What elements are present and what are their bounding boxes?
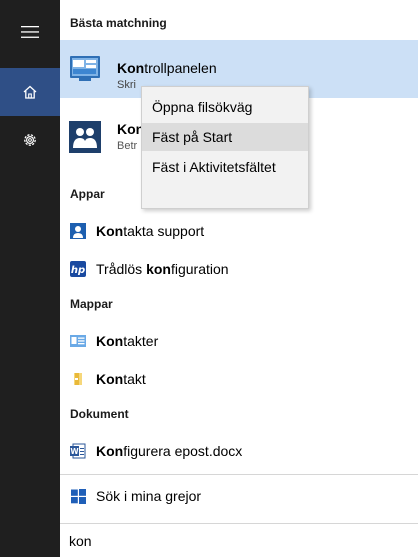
context-menu-item-pin-to-taskbar[interactable]: Fäst i Aktivitetsfältet bbox=[142, 153, 308, 181]
second-match-subtitle: Betr bbox=[117, 140, 138, 152]
folder-icon bbox=[70, 371, 86, 387]
contacts-folder-icon bbox=[70, 333, 86, 349]
context-menu-item-label: Fäst i Aktivitetsfältet bbox=[152, 159, 276, 175]
best-match-title: Kontrollpanelen bbox=[117, 60, 217, 76]
context-menu: Öppna filsökväg Fäst på Start Fäst i Akt… bbox=[141, 86, 309, 209]
word-document-icon: W bbox=[70, 443, 86, 459]
search-input[interactable]: kon bbox=[60, 523, 418, 557]
search-my-stuff-label: Sök i mina grejor bbox=[96, 488, 202, 504]
windows-logo-icon bbox=[70, 488, 86, 504]
svg-text:hp: hp bbox=[71, 265, 85, 276]
results-panel: Bästa matchning Kontrollpanelen Skri Kon… bbox=[60, 0, 418, 557]
hamburger-icon bbox=[21, 26, 39, 38]
context-menu-item-label: Öppna filsökväg bbox=[152, 99, 253, 115]
search-window: Bästa matchning Kontrollpanelen Skri Kon… bbox=[0, 0, 418, 557]
context-menu-item-open-file-location[interactable]: Öppna filsökväg bbox=[142, 93, 308, 121]
app-item-label: Trådlös konfiguration bbox=[96, 261, 229, 277]
folder-item-contacts[interactable]: Kontakter bbox=[60, 322, 418, 360]
menu-button[interactable] bbox=[0, 10, 60, 54]
left-rail bbox=[0, 0, 60, 557]
folder-item-label: Kontakter bbox=[96, 333, 159, 349]
settings-button[interactable] bbox=[0, 116, 60, 164]
document-item-label: Konfigurera epost.docx bbox=[96, 443, 243, 459]
home-icon bbox=[23, 85, 37, 99]
people-icon bbox=[69, 121, 101, 158]
contact-support-icon bbox=[70, 223, 86, 239]
divider bbox=[60, 474, 418, 475]
context-menu-item-pin-to-start[interactable]: Fäst på Start bbox=[142, 123, 308, 151]
hp-wireless-icon: hp bbox=[70, 261, 86, 277]
app-item-wireless-config[interactable]: hp Trådlös konfiguration bbox=[60, 250, 418, 288]
search-my-stuff-button[interactable]: Sök i mina grejor bbox=[60, 477, 418, 515]
svg-text:W: W bbox=[70, 447, 79, 456]
document-item-configure-email[interactable]: W Konfigurera epost.docx bbox=[60, 432, 418, 470]
app-item-label: Kontakta support bbox=[96, 223, 205, 239]
best-match-subtitle: Skri bbox=[117, 79, 136, 91]
section-header-apps: Appar bbox=[70, 187, 105, 201]
section-header-best-match: Bästa matchning bbox=[70, 16, 167, 30]
gear-icon bbox=[24, 134, 36, 146]
search-input-value: kon bbox=[69, 532, 92, 549]
control-panel-icon bbox=[69, 53, 101, 88]
section-header-folders: Mappar bbox=[70, 297, 113, 311]
home-button[interactable] bbox=[0, 68, 60, 116]
section-header-documents: Dokument bbox=[70, 407, 129, 421]
context-menu-item-label: Fäst på Start bbox=[152, 129, 233, 145]
app-item-contact-support[interactable]: Kontakta support bbox=[60, 212, 418, 250]
folder-item-contact[interactable]: Kontakt bbox=[60, 360, 418, 398]
folder-item-label: Kontakt bbox=[96, 371, 146, 387]
